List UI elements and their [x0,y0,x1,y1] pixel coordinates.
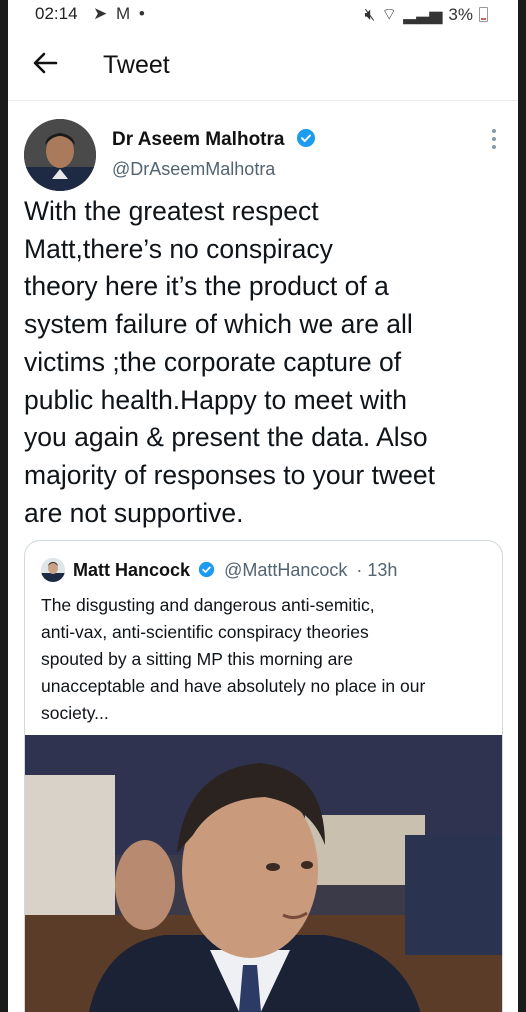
tweet-text: With the greatest respect Matt,there’s n… [24,193,509,532]
back-arrow-icon[interactable] [30,48,60,78]
quoted-line: unacceptable and have absolutely no plac… [41,676,426,696]
quoted-line: society... [41,703,109,723]
author-name-text: Dr Aseem Malhotra [112,129,285,150]
quoted-author-name: Matt Hancock [73,560,191,580]
status-bar: 02:14 ➤ M • 🔇︎ ⌔ ▂▃▅ 3% [8,0,518,30]
quoted-author-avatar [41,558,65,582]
phone-screen: 02:14 ➤ M • 🔇︎ ⌔ ▂▃▅ 3% Tweet Dr Aseem M… [8,0,518,1012]
signal-icon: ▂▃▅ [403,4,443,24]
quoted-tweet-time: · 13h [356,560,398,580]
quoted-author-handle: @MattHancock [224,560,348,580]
tweet-line: theory here it’s the product of a [24,271,389,302]
quoted-line: The disgusting and dangerous anti-semiti… [41,595,375,615]
wifi-icon: ⌔ [381,5,398,24]
tweet-line: victims ;the corporate capture of [24,346,402,377]
status-time: 02:14 [35,4,78,23]
quoted-avatar-photo [41,558,65,582]
notification-icons: ➤ M • [93,4,147,24]
tweet-line: majority of responses to your tweet [24,459,435,490]
send-icon: ➤ [93,4,110,23]
dot-icon: • [138,4,147,23]
tweet-line: are not supportive. [24,497,244,528]
author-handle[interactable]: @DrAseemMalhotra [112,159,275,180]
app-header: Tweet [8,40,518,95]
battery-level: 3% [448,4,473,24]
page-title: Tweet [103,51,170,79]
quoted-line: spouted by a sitting MP this morning are [41,649,353,669]
avatar-photo [24,119,96,191]
mute-icon: 🔇︎ [364,4,376,24]
quoted-tweet-card[interactable]: Matt Hancock @MattHancock · 13h The disg… [24,540,503,1012]
header-divider [8,100,518,101]
system-icons: 🔇︎ ⌔ ▂▃▅ 3% [364,4,488,25]
verified-badge-icon [296,129,315,147]
quoted-tweet-header: Matt Hancock @MattHancock · 13h [73,560,397,581]
verified-badge-icon [198,561,215,578]
more-options-icon[interactable] [490,127,498,151]
tweet-line: system failure of which we are all [24,309,413,340]
parliament-photo [25,735,502,1012]
gmail-icon: M [115,4,133,23]
battery-icon [479,7,488,22]
tweet-line: public health.Happy to meet with [24,384,407,415]
tweet-line: you again & present the data. Also [24,422,428,453]
quoted-tweet-text: The disgusting and dangerous anti-semiti… [41,592,491,727]
tweet-line: Matt,there’s no conspiracy [24,233,333,264]
tweet-line: With the greatest respect [24,196,319,226]
author-name[interactable]: Dr Aseem Malhotra [112,128,316,151]
quoted-line: anti-vax, anti-scientific conspiracy the… [41,622,369,642]
quoted-tweet-photo[interactable] [25,735,502,1012]
author-avatar[interactable] [24,119,96,191]
